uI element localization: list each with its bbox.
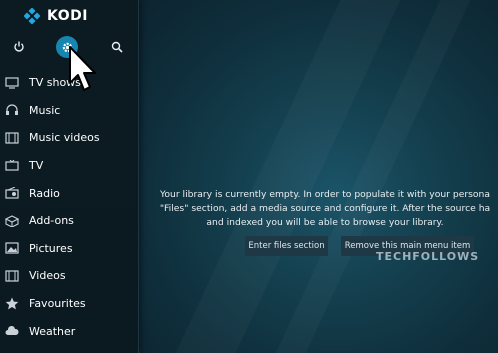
message-line: "Files" section, add a media source and … xyxy=(159,203,491,214)
sidebar-item-label: Music videos xyxy=(29,131,100,145)
search-icon xyxy=(111,41,123,53)
box-icon xyxy=(4,214,20,228)
sidebar-item-music-videos[interactable]: Music videos xyxy=(0,124,138,152)
main-content: Your library is currently empty. In orde… xyxy=(138,0,498,353)
kodi-logo-icon xyxy=(24,8,40,24)
kodi-logo: KODI xyxy=(24,6,88,26)
sidebar-item-label: Weather xyxy=(29,324,76,338)
app-title: KODI xyxy=(47,8,88,24)
sidebar-item-add-ons[interactable]: Add-ons xyxy=(0,207,138,235)
sidebar-item-videos[interactable]: Videos xyxy=(0,262,138,290)
empty-library-message: Your library is currently empty. In orde… xyxy=(152,188,498,230)
sidebar-item-label: Add-ons xyxy=(29,214,74,228)
main-menu: TV shows Music Music videos TV Radio Add… xyxy=(0,69,138,345)
search-button[interactable] xyxy=(106,36,128,58)
tv-icon xyxy=(4,76,20,90)
sidebar-item-radio[interactable]: Radio xyxy=(0,179,138,207)
message-line: and indexed you will be able to browse y… xyxy=(206,217,444,228)
sidebar-item-weather[interactable]: Weather xyxy=(0,317,138,345)
picture-icon xyxy=(4,241,20,255)
headphones-icon xyxy=(4,103,20,117)
message-line: Your library is currently empty. In orde… xyxy=(160,189,490,200)
sidebar-item-label: TV xyxy=(29,159,44,173)
watermark: TECHFOLLOWS xyxy=(376,250,480,263)
cloud-icon xyxy=(4,324,20,338)
sidebar-item-favourites[interactable]: Favourites xyxy=(0,290,138,318)
sidebar-item-pictures[interactable]: Pictures xyxy=(0,235,138,263)
sidebar-item-tv[interactable]: TV xyxy=(0,152,138,180)
film-icon xyxy=(4,131,20,145)
mouse-cursor-icon xyxy=(69,46,96,91)
sidebar-item-label: Music xyxy=(29,103,61,117)
sidebar-item-label: Pictures xyxy=(29,241,73,255)
sidebar-item-label: Videos xyxy=(29,269,66,283)
sidebar-item-label: Favourites xyxy=(29,297,86,311)
star-icon xyxy=(4,297,20,311)
film-icon xyxy=(4,269,20,283)
sidebar-item-label: Radio xyxy=(29,186,60,200)
power-icon xyxy=(14,41,24,52)
power-button[interactable] xyxy=(8,36,30,58)
radio-icon xyxy=(4,186,20,200)
enter-files-section-button[interactable]: Enter files section xyxy=(245,236,328,256)
tv-icon xyxy=(4,159,20,173)
sidebar-item-music[interactable]: Music xyxy=(0,97,138,125)
